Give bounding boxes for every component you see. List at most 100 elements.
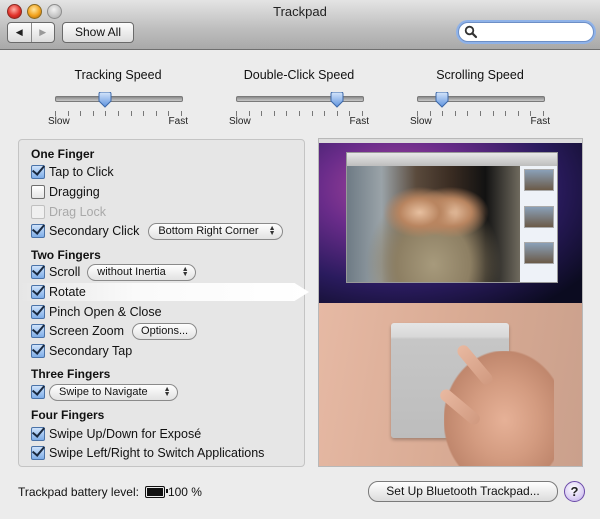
back-arrow-icon: ◀	[15, 27, 23, 37]
scroll-option: Scroll without Inertia ▲ ▼	[31, 263, 196, 281]
screen-zoom-options-button[interactable]: Options...	[132, 322, 198, 340]
screen-zoom-label: Screen Zoom	[49, 324, 125, 338]
rotate-label: Rotate	[49, 285, 86, 299]
slider-tick	[454, 111, 456, 116]
slider-tick	[311, 111, 313, 116]
demo-trackpad-scene	[319, 303, 582, 466]
expose-option[interactable]: Swipe Up/Down for Exposé	[31, 426, 201, 442]
pinch-label: Pinch Open & Close	[49, 305, 162, 319]
rotate-checkbox[interactable]	[31, 285, 45, 299]
double-click-speed-thumb[interactable]	[330, 92, 344, 108]
slider-tick	[467, 111, 469, 116]
demo-app-window	[346, 152, 558, 283]
switch-apps-label: Swipe Left/Right to Switch Applications	[49, 446, 265, 460]
scroll-inertia-popup-value: without Inertia	[97, 266, 166, 278]
slider-tick	[492, 111, 494, 116]
double-click-speed-min-label: Slow	[229, 116, 251, 127]
scroll-inertia-popup[interactable]: without Inertia ▲ ▼	[87, 263, 196, 281]
forward-button[interactable]: ▶	[32, 23, 55, 42]
secondary-click-label: Secondary Click	[49, 224, 140, 238]
search-field[interactable]	[458, 22, 594, 42]
three-finger-swipe-popup[interactable]: Swipe to Navigate ▲ ▼	[49, 383, 178, 401]
slider-tick	[286, 111, 288, 116]
expose-label: Swipe Up/Down for Exposé	[49, 427, 202, 441]
slider-tick	[505, 111, 507, 116]
demo-thumbnail	[524, 206, 554, 228]
scroll-checkbox[interactable]	[31, 265, 45, 279]
back-button[interactable]: ◀	[8, 23, 32, 42]
scroll-label: Scroll	[49, 265, 81, 279]
switch-apps-option[interactable]: Swipe Left/Right to Switch Applications	[31, 445, 264, 461]
rotate-option[interactable]: Rotate	[31, 284, 86, 300]
battery-value: 100 %	[167, 485, 202, 499]
scrolling-speed-thumb[interactable]	[435, 92, 449, 108]
slider-tick	[155, 111, 157, 116]
secondary-click-checkbox[interactable]	[31, 224, 45, 238]
tracking-speed-max-label: Fast	[168, 116, 188, 127]
pinch-checkbox[interactable]	[31, 305, 45, 319]
slider-tick	[143, 111, 145, 116]
popup-arrows-icon: ▲ ▼	[163, 386, 171, 398]
double-click-speed-track[interactable]	[236, 96, 364, 102]
double-click-speed-ticks	[236, 111, 364, 116]
search-input[interactable]	[479, 24, 589, 41]
secondary-click-popup-value: Bottom Right Corner	[158, 225, 259, 237]
slider-tick	[299, 111, 300, 116]
three-finger-swipe-option: Swipe to Navigate ▲ ▼	[31, 383, 178, 401]
tap-to-click-checkbox[interactable]	[31, 165, 45, 179]
tap-to-click-option[interactable]: Tap to Click	[31, 164, 114, 180]
two-fingers-heading: Two Fingers	[31, 248, 101, 262]
three-fingers-heading: Three Fingers	[31, 367, 111, 381]
three-finger-swipe-popup-value: Swipe to Navigate	[59, 386, 148, 398]
double-click-speed-slider-group: Double-Click Speed Slow Fast	[229, 68, 369, 127]
slider-tick	[130, 111, 132, 116]
scrolling-speed-label: Scrolling Speed	[436, 68, 524, 82]
dragging-checkbox[interactable]	[31, 185, 45, 199]
secondary-tap-checkbox[interactable]	[31, 344, 45, 358]
show-all-button[interactable]: Show All	[62, 22, 134, 43]
tracking-speed-min-label: Slow	[48, 116, 70, 127]
setup-bluetooth-trackpad-button[interactable]: Set Up Bluetooth Trackpad...	[368, 481, 558, 502]
tracking-speed-ticks	[55, 111, 183, 116]
pinch-option[interactable]: Pinch Open & Close	[31, 304, 162, 320]
secondary-click-popup[interactable]: Bottom Right Corner ▲ ▼	[148, 222, 283, 240]
dragging-option[interactable]: Dragging	[31, 184, 100, 200]
scrolling-speed-slider-group: Scrolling Speed Slow Fast	[410, 68, 550, 127]
demo-photo	[347, 166, 520, 282]
demo-thumbnail	[524, 242, 554, 264]
window-title: Trackpad	[273, 4, 327, 19]
slider-tick	[105, 111, 107, 116]
gesture-demo-video	[318, 138, 583, 467]
screen-zoom-checkbox[interactable]	[31, 324, 45, 338]
drag-lock-label: Drag Lock	[49, 205, 106, 219]
tracking-speed-track[interactable]	[55, 96, 183, 102]
demo-screen	[319, 139, 582, 303]
slider-tick	[273, 111, 275, 116]
secondary-tap-label: Secondary Tap	[49, 344, 133, 358]
help-button[interactable]: ?	[564, 481, 585, 502]
secondary-click-option: Secondary Click Bottom Right Corner ▲ ▼	[31, 222, 283, 240]
slider-tick	[336, 111, 338, 116]
screen-zoom-option: Screen Zoom Options...	[31, 322, 198, 340]
three-finger-swipe-checkbox[interactable]	[31, 385, 45, 399]
tap-to-click-label: Tap to Click	[49, 165, 114, 179]
popup-arrows-icon: ▲ ▼	[181, 266, 189, 278]
battery-label: Trackpad battery level:	[18, 485, 139, 499]
secondary-tap-option[interactable]: Secondary Tap	[31, 343, 132, 359]
scrolling-speed-max-label: Fast	[530, 116, 550, 127]
demo-app-toolbar	[347, 153, 557, 166]
one-finger-heading: One Finger	[31, 147, 95, 161]
expose-checkbox[interactable]	[31, 427, 45, 441]
slider-tick	[324, 111, 326, 116]
tracking-speed-label: Tracking Speed	[74, 68, 162, 82]
switch-apps-checkbox[interactable]	[31, 446, 45, 460]
demo-menubar	[319, 139, 582, 143]
search-icon	[464, 25, 478, 39]
slider-tick	[480, 111, 481, 116]
slider-tick	[118, 111, 119, 116]
four-fingers-heading: Four Fingers	[31, 408, 105, 422]
slider-tick	[442, 111, 444, 116]
demo-thumbnail-strip	[520, 166, 557, 282]
slider-tick	[517, 111, 519, 116]
tracking-speed-thumb[interactable]	[98, 92, 112, 108]
